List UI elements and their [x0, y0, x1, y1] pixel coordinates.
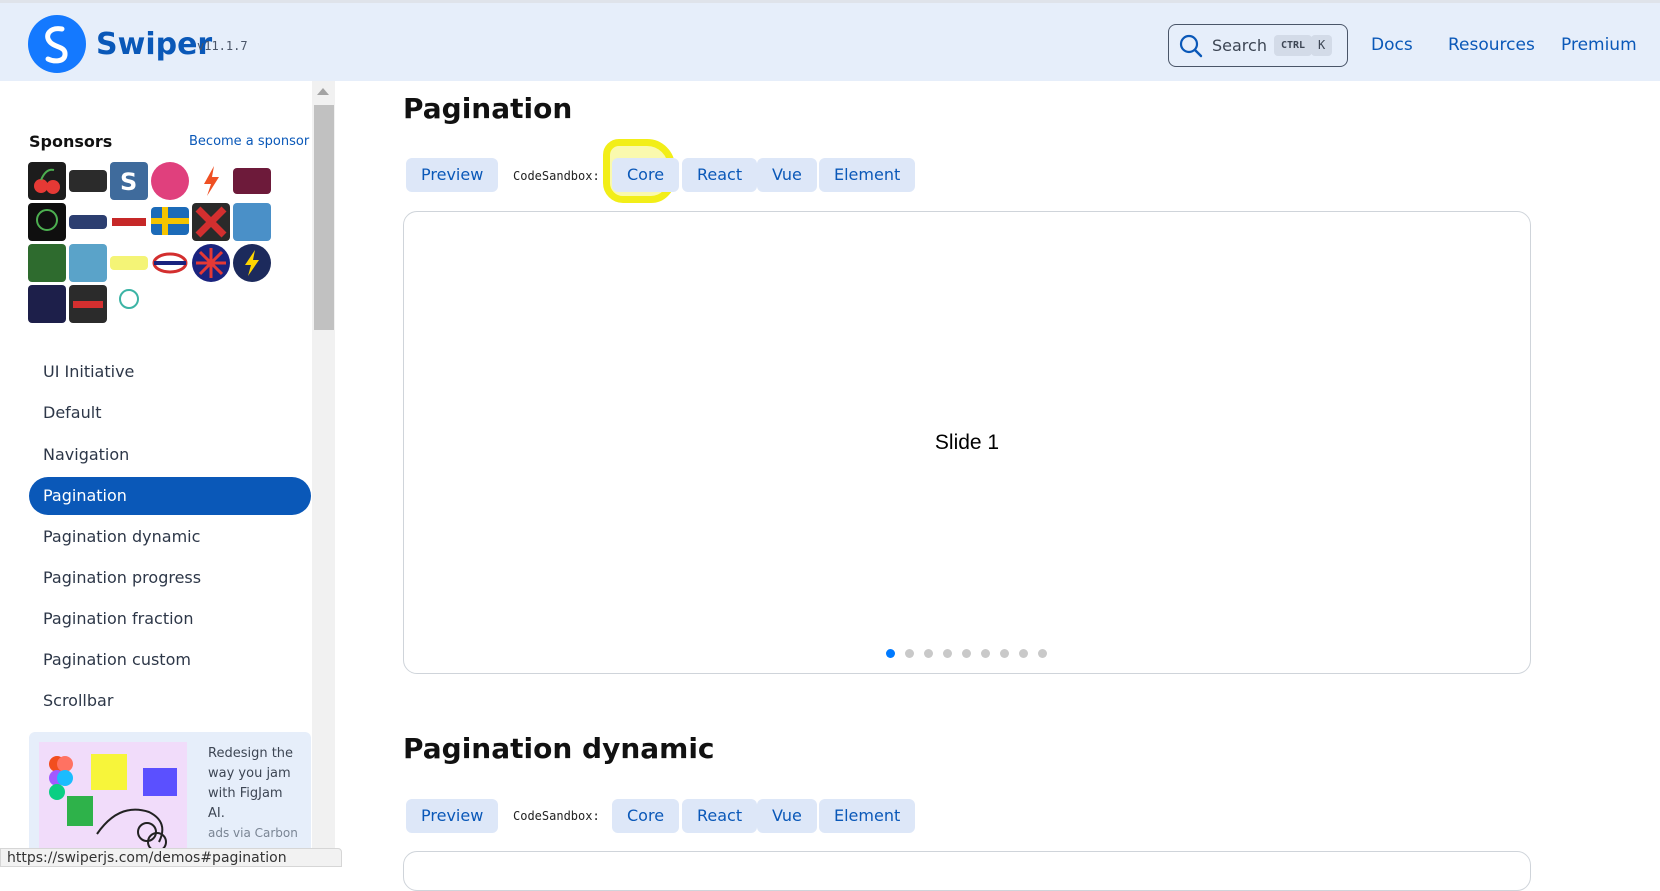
- section-title-pagination-dynamic: Pagination dynamic: [403, 732, 715, 765]
- sidebar-item-pagination-fraction[interactable]: Pagination fraction: [29, 600, 311, 638]
- sidebar-item-pagination-dynamic[interactable]: Pagination dynamic: [29, 518, 311, 556]
- pagination-bullet[interactable]: [886, 649, 895, 658]
- codesandbox-core-button[interactable]: Core: [612, 799, 680, 833]
- sponsor-logo[interactable]: [110, 256, 148, 270]
- become-sponsor-link[interactable]: Become a sponsor: [189, 134, 309, 149]
- codesandbox-vue-button[interactable]: Vue: [757, 158, 817, 192]
- nav-docs[interactable]: Docs: [1371, 35, 1413, 55]
- scroll-up-arrow-icon[interactable]: [317, 88, 329, 95]
- pagination-bullet[interactable]: [905, 649, 914, 658]
- sponsor-logo[interactable]: [110, 285, 148, 323]
- sponsor-logo[interactable]: [233, 203, 271, 241]
- pagination-bullet[interactable]: [924, 649, 933, 658]
- sponsor-logo[interactable]: [69, 244, 107, 282]
- pagination-bullet[interactable]: [1000, 649, 1009, 658]
- section-title-pagination: Pagination: [403, 92, 573, 125]
- ad-image[interactable]: [39, 742, 187, 857]
- sidebar-item-ui-initiative[interactable]: UI Initiative: [29, 353, 311, 391]
- search-button[interactable]: Search CTRL K: [1168, 24, 1348, 67]
- nav-resources[interactable]: Resources: [1448, 35, 1535, 55]
- sponsor-logo[interactable]: [192, 162, 230, 200]
- sponsor-logo[interactable]: S: [110, 162, 148, 200]
- sponsor-logo[interactable]: [110, 213, 148, 231]
- sidebar-item-default[interactable]: Default: [29, 394, 311, 432]
- sponsor-logo[interactable]: [151, 162, 189, 200]
- sponsor-logo[interactable]: [192, 244, 230, 282]
- kbd-k: K: [1311, 35, 1333, 56]
- sponsor-logo[interactable]: [151, 207, 189, 235]
- scrollbar-thumb[interactable]: [314, 105, 334, 330]
- preview-button[interactable]: Preview: [406, 158, 499, 192]
- sponsor-logo[interactable]: [69, 285, 107, 323]
- codesandbox-react-button[interactable]: React: [682, 799, 758, 833]
- svg-text:S: S: [120, 168, 137, 196]
- version-label: v11.1.7: [197, 39, 248, 53]
- sidebar-item-pagination-custom[interactable]: Pagination custom: [29, 641, 311, 679]
- sponsor-logo[interactable]: [192, 203, 230, 241]
- sidebar-item-scrollbar[interactable]: Scrollbar: [29, 682, 311, 720]
- pagination-bullet[interactable]: [981, 649, 990, 658]
- sponsor-logo[interactable]: [69, 170, 107, 192]
- search-icon: [1179, 34, 1203, 58]
- codesandbox-react-button[interactable]: React: [682, 158, 758, 192]
- pagination-bullet[interactable]: [1019, 649, 1028, 658]
- sponsor-logo[interactable]: [233, 244, 271, 282]
- swiper-logo-icon[interactable]: [28, 15, 86, 73]
- carbon-ad[interactable]: Redesign the way you jam with FigJam AI.…: [29, 732, 311, 867]
- pagination-bullet[interactable]: [1038, 649, 1047, 658]
- sponsor-logo[interactable]: [69, 215, 107, 229]
- slide-label: Slide 1: [934, 431, 1000, 454]
- nav-premium[interactable]: Premium: [1561, 35, 1637, 55]
- brand-name[interactable]: Swiper: [96, 27, 212, 62]
- sponsor-logo[interactable]: [28, 285, 66, 323]
- codesandbox-element-button[interactable]: Element: [819, 158, 916, 192]
- codesandbox-core-button[interactable]: Core: [612, 158, 680, 192]
- pagination-bullet[interactable]: [943, 649, 952, 658]
- swiper-demo[interactable]: Slide 1: [403, 211, 1531, 674]
- codesandbox-label: CodeSandbox:: [513, 169, 600, 183]
- sidebar-item-pagination[interactable]: Pagination: [29, 477, 311, 515]
- sponsor-logo[interactable]: [28, 162, 66, 200]
- status-url: https://swiperjs.com/demos#pagination: [0, 848, 342, 867]
- sponsor-logo[interactable]: [151, 250, 189, 276]
- search-label: Search: [1212, 36, 1267, 55]
- codesandbox-element-button[interactable]: Element: [819, 799, 916, 833]
- sponsor-logo[interactable]: [28, 203, 66, 241]
- sponsors-title: Sponsors: [29, 132, 113, 151]
- sponsor-logo[interactable]: [28, 244, 66, 282]
- sidebar-item-navigation[interactable]: Navigation: [29, 436, 311, 474]
- ad-text[interactable]: Redesign the way you jam with FigJam AI.: [208, 744, 303, 824]
- pagination-bullet[interactable]: [962, 649, 971, 658]
- swiper-demo-dynamic[interactable]: [403, 851, 1531, 891]
- codesandbox-vue-button[interactable]: Vue: [757, 799, 817, 833]
- kbd-ctrl: CTRL: [1274, 35, 1313, 56]
- sidebar-item-pagination-progress[interactable]: Pagination progress: [29, 559, 311, 597]
- sponsor-logo[interactable]: [233, 168, 271, 194]
- preview-button[interactable]: Preview: [406, 799, 499, 833]
- top-header: Swiper v11.1.7 Search CTRL K Docs Resour…: [0, 0, 1660, 81]
- ad-via-link[interactable]: ads via Carbon: [208, 826, 298, 840]
- codesandbox-label: CodeSandbox:: [513, 809, 600, 823]
